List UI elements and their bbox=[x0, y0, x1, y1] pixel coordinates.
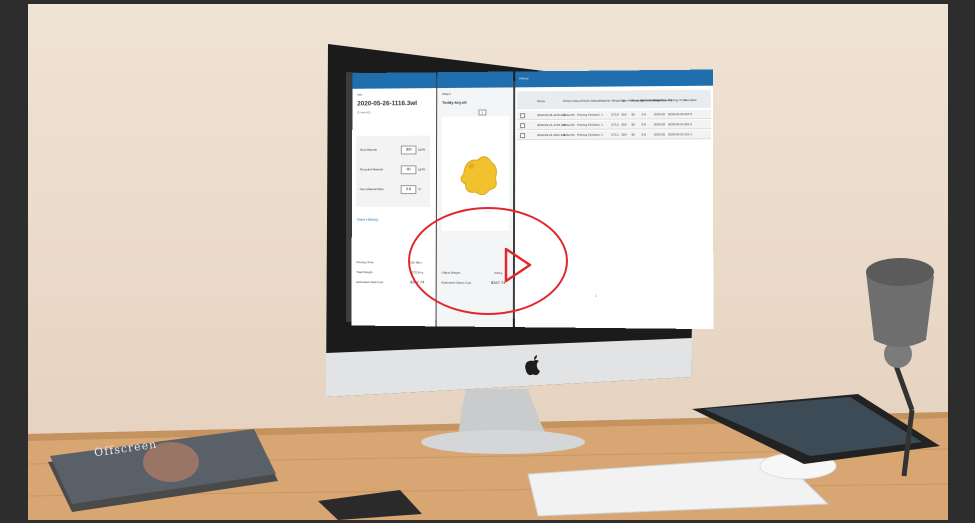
table-cell: 1 bbox=[601, 112, 603, 117]
table-row[interactable]: 2020-05-21-1511.3wl 3DtechS Printing Fin… bbox=[517, 130, 711, 141]
table-cell: 273.5 bbox=[611, 112, 619, 117]
table-cell: 2020-05-26 bbox=[668, 112, 684, 117]
new-material-input[interactable]: 300 bbox=[400, 145, 417, 155]
info-header: Info bbox=[357, 92, 363, 97]
column-header: Printing Time bbox=[667, 98, 686, 103]
table-cell: 02h 1 bbox=[684, 132, 693, 137]
play-button[interactable] bbox=[408, 207, 574, 323]
object-header-bar bbox=[437, 71, 514, 89]
column-header: Printer Status bbox=[581, 98, 600, 103]
field-label: Recycled Material bbox=[359, 167, 384, 172]
table-cell: 2020-05-21-1716.3wl bbox=[537, 122, 566, 128]
table-cell: 273.2 bbox=[611, 122, 619, 127]
info-header-bar bbox=[352, 72, 437, 89]
table-cell: 2020-05 bbox=[653, 132, 666, 137]
table-row[interactable]: 2020-05-26-1116.3wl 3DtechS Printing Fin… bbox=[517, 109, 711, 121]
object-title: Teddy-key.stl bbox=[442, 99, 467, 105]
table-cell: 2020-05-21-1511.3wl bbox=[537, 132, 566, 138]
table-cell: 90 bbox=[631, 132, 635, 137]
table-cell: 02h 2 bbox=[684, 122, 693, 127]
column-header: Print Date bbox=[653, 98, 668, 103]
material-rate-input[interactable]: 0.8 bbox=[400, 185, 417, 195]
table-cell: Printing Finished bbox=[577, 132, 600, 137]
pagination[interactable]: 1 bbox=[595, 294, 597, 298]
apple-logo-icon bbox=[525, 355, 540, 376]
table-cell: 300 bbox=[621, 112, 627, 117]
table-cell: 3DtechS bbox=[563, 112, 575, 117]
table-cell: 0.8 bbox=[641, 122, 646, 127]
table-cell: 2020-05-26-1116.3wl bbox=[537, 112, 565, 118]
field-label: New Material Rate bbox=[359, 187, 384, 192]
table-cell: Printing Finished bbox=[577, 122, 600, 127]
table-cell: 2020-05-21 bbox=[668, 122, 684, 127]
object-header: Object bbox=[442, 91, 451, 96]
table-cell: 90 bbox=[631, 122, 635, 127]
table-cell: 273.1 bbox=[611, 132, 619, 137]
table-cell: 3DtechS bbox=[563, 122, 575, 127]
table-cell: 1 bbox=[601, 132, 603, 137]
stat-label: Printing Time bbox=[356, 260, 374, 265]
table-cell: 0.8 bbox=[641, 112, 646, 117]
table-cell: 02h 5 bbox=[684, 112, 692, 117]
field-label: New Material bbox=[359, 147, 377, 152]
table-cell: 300 bbox=[621, 132, 627, 137]
table-cell: 2020-05-21 bbox=[668, 132, 684, 137]
column-header: Remarks bbox=[684, 97, 697, 103]
job-subtitle: (1 item(s)) bbox=[357, 110, 371, 115]
recycled-material-input[interactable]: 90 bbox=[400, 165, 417, 175]
history-header-bar: History bbox=[515, 69, 713, 88]
field-unit: [g/%] bbox=[418, 167, 426, 172]
table-cell: 2020-05 bbox=[653, 112, 665, 117]
history-header: History bbox=[519, 76, 529, 81]
play-ring bbox=[408, 207, 568, 315]
table-header: Name Printer Name Printer Status Materia… bbox=[517, 89, 711, 110]
object-pager[interactable]: 1 bbox=[478, 109, 487, 116]
stat-label: Total Weight bbox=[356, 270, 373, 275]
job-title: 2020-05-26-1116.3wl bbox=[357, 100, 418, 108]
table-cell: 1 bbox=[601, 122, 603, 127]
table-row[interactable]: 2020-05-21-1716.3wl 3DtechS Printing Fin… bbox=[517, 120, 711, 131]
table-cell: 0.8 bbox=[641, 132, 646, 137]
field-unit: % bbox=[418, 187, 421, 192]
table-cell: 90 bbox=[631, 112, 635, 117]
row-checkbox[interactable] bbox=[520, 133, 526, 139]
row-checkbox[interactable] bbox=[520, 113, 526, 119]
desk-photo: Info 2020-05-26-1116.3wl (1 item(s)) New… bbox=[28, 4, 948, 520]
table-cell: 300 bbox=[621, 122, 627, 127]
view-history-link[interactable]: View History bbox=[357, 217, 379, 222]
video-thumbnail: Info 2020-05-26-1116.3wl (1 item(s)) New… bbox=[0, 0, 975, 523]
play-icon bbox=[504, 247, 532, 283]
field-unit: [g/%] bbox=[418, 147, 426, 152]
column-header: Name bbox=[537, 99, 546, 104]
column-header: Material bbox=[599, 98, 610, 103]
column-header: Printer Name bbox=[563, 98, 581, 103]
monitor-base bbox=[421, 430, 585, 454]
table-cell: Printing Finished bbox=[577, 112, 600, 117]
table-cell: 2020-05 bbox=[653, 122, 665, 127]
row-checkbox[interactable] bbox=[520, 123, 526, 129]
table-cell: 3DtechS bbox=[563, 132, 575, 137]
stat-label: Estimated Total Cost bbox=[356, 280, 384, 285]
